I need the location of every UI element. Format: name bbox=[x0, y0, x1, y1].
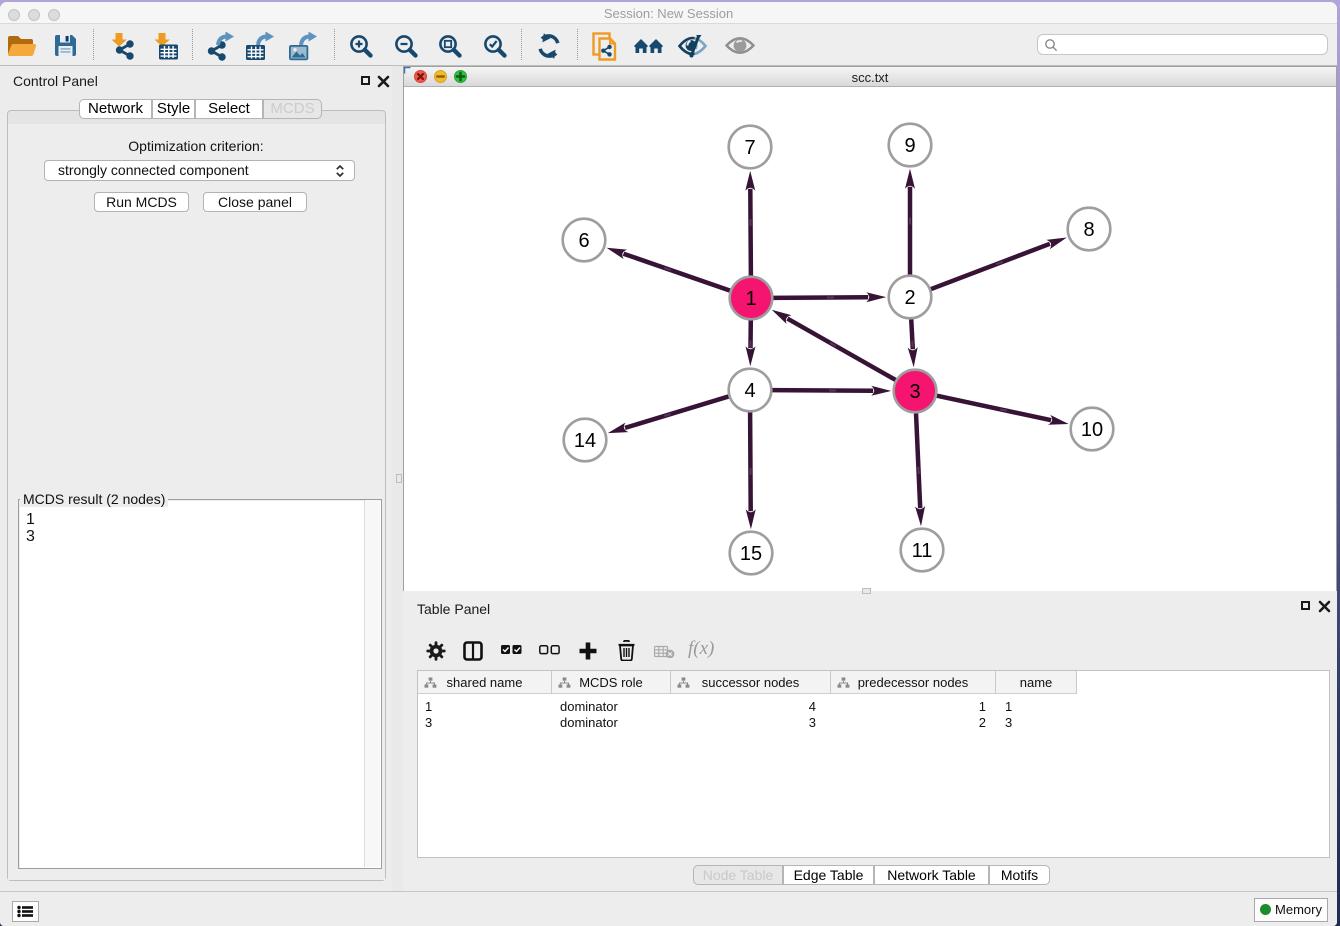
svg-text:10: 10 bbox=[1081, 419, 1103, 441]
svg-text:7: 7 bbox=[744, 137, 755, 159]
svg-text:9: 9 bbox=[904, 135, 915, 157]
svg-text:2: 2 bbox=[904, 287, 915, 309]
svg-text:11: 11 bbox=[912, 540, 933, 562]
svg-text:4: 4 bbox=[744, 380, 755, 402]
svg-text:1: 1 bbox=[745, 288, 756, 310]
svg-text:14: 14 bbox=[574, 430, 596, 452]
svg-text:15: 15 bbox=[740, 543, 762, 565]
svg-text:6: 6 bbox=[578, 230, 589, 252]
svg-text:8: 8 bbox=[1083, 219, 1094, 241]
svg-text:3: 3 bbox=[909, 381, 920, 403]
